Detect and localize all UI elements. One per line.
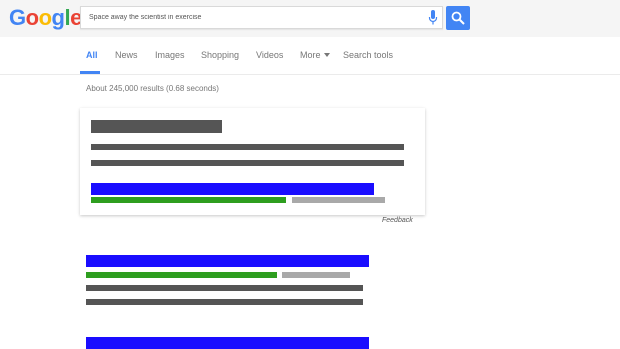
tab-all[interactable]: All xyxy=(86,50,98,60)
search-tabs: All News Images Shopping Videos More Sea… xyxy=(0,37,620,75)
feedback-link[interactable]: Feedback xyxy=(382,217,413,224)
snippet-text-line xyxy=(91,144,404,150)
google-logo[interactable]: Google xyxy=(9,6,82,30)
tab-search-tools[interactable]: Search tools xyxy=(343,50,393,60)
featured-snippet-card xyxy=(80,108,425,215)
microphone-icon[interactable] xyxy=(428,10,438,26)
search-input[interactable] xyxy=(89,7,419,28)
logo-letter: o xyxy=(38,5,52,30)
tab-images[interactable]: Images xyxy=(155,50,185,60)
tab-more-label: More xyxy=(300,50,321,60)
result-title-link[interactable] xyxy=(86,255,369,267)
snippet-url xyxy=(91,197,286,203)
tab-videos[interactable]: Videos xyxy=(256,50,283,60)
result-title-link[interactable] xyxy=(86,337,369,349)
logo-letter: G xyxy=(9,5,26,30)
snippet-title-link[interactable] xyxy=(91,183,374,195)
chevron-down-icon xyxy=(323,53,330,57)
result-meta xyxy=(282,272,350,278)
tab-more[interactable]: More xyxy=(300,50,330,60)
tab-news[interactable]: News xyxy=(115,50,138,60)
logo-letter: o xyxy=(25,5,39,30)
snippet-text-line xyxy=(91,160,404,166)
snippet-heading-placeholder xyxy=(91,120,222,133)
snippet-meta xyxy=(292,197,385,203)
tab-shopping[interactable]: Shopping xyxy=(201,50,239,60)
logo-letter: g xyxy=(51,5,65,30)
active-tab-indicator xyxy=(80,71,100,74)
search-box xyxy=(80,6,443,29)
top-bar: Google xyxy=(0,0,620,37)
result-snippet-line xyxy=(86,299,363,305)
result-snippet-line xyxy=(86,285,363,291)
search-button[interactable] xyxy=(446,6,470,30)
result-stats: About 245,000 results (0.68 seconds) xyxy=(86,84,219,93)
result-url xyxy=(86,272,277,278)
magnifier-icon xyxy=(451,11,465,25)
